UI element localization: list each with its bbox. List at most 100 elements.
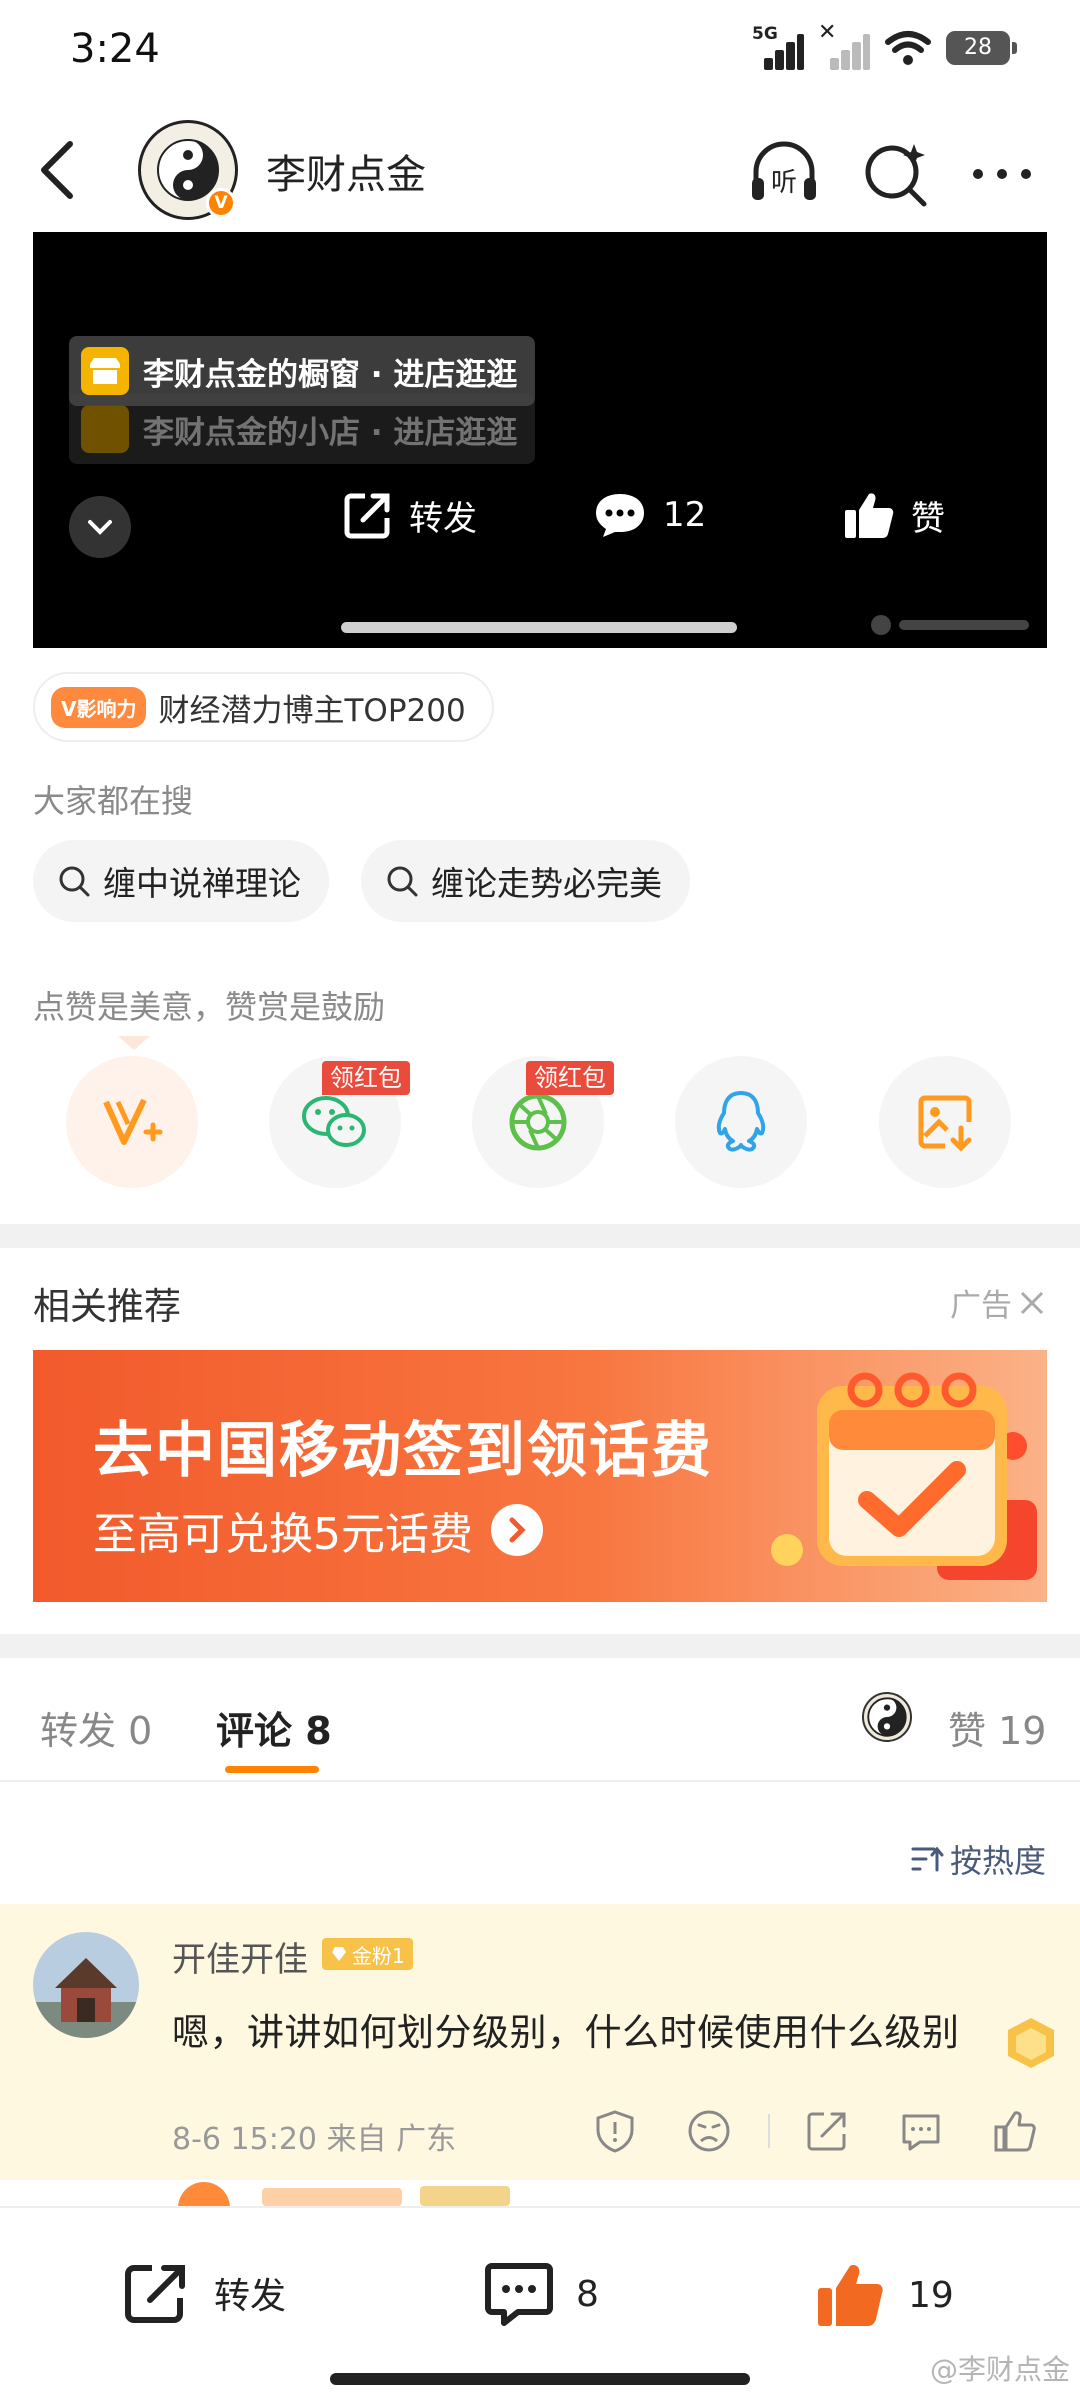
dislike-face-icon[interactable] bbox=[686, 2108, 732, 2154]
save-image-button[interactable] bbox=[879, 1056, 1011, 1188]
video-progress-handle[interactable] bbox=[341, 622, 737, 633]
sort-icon bbox=[911, 1846, 944, 1872]
close-icon bbox=[1020, 1291, 1044, 1314]
commenter-avatar[interactable] bbox=[33, 1932, 139, 2038]
top-header: V 李财点金 听 bbox=[0, 110, 1080, 230]
shop-window-link[interactable]: 李财点金的橱窗 · 进店逛逛 bbox=[69, 336, 536, 406]
influence-badge[interactable]: V影响力 财经潜力博主TOP200 bbox=[33, 672, 494, 742]
comment-bubble-icon bbox=[596, 494, 644, 537]
commenter-name[interactable]: 开佳开佳 bbox=[172, 1932, 308, 1981]
comment-reply-icon[interactable] bbox=[898, 2108, 944, 2154]
comment-source: 来自 广东 bbox=[326, 2122, 457, 2157]
repost-icon bbox=[344, 493, 390, 539]
qq-penguin-icon bbox=[716, 1091, 766, 1152]
more-dots-icon[interactable] bbox=[964, 136, 1040, 212]
hot-search-title: 大家都在搜 bbox=[33, 782, 194, 820]
comment-time: 8-6 15:20 bbox=[172, 2122, 317, 2157]
ad-banner-title: 去中国移动签到领话费 bbox=[93, 1416, 713, 1486]
account-avatar[interactable]: V bbox=[138, 120, 238, 220]
v-plus-icon bbox=[103, 1098, 163, 1145]
calendar-check-icon bbox=[771, 1372, 1037, 1580]
tab-like-count: 19 bbox=[998, 1709, 1047, 1753]
moments-aperture-icon bbox=[509, 1093, 567, 1151]
bottom-comment-button[interactable]: 8 bbox=[484, 2260, 599, 2328]
tab-repost[interactable]: 转发 0 bbox=[40, 1700, 152, 1755]
video-repost-label: 转发 bbox=[409, 498, 477, 539]
influence-text: 财经潜力博主TOP200 bbox=[158, 692, 466, 729]
sort-by-hot-button[interactable]: 按热度 bbox=[910, 1836, 1046, 1882]
shop-icon bbox=[81, 347, 129, 395]
search-chip-label: 缠论走势必完美 bbox=[431, 864, 662, 903]
ad-banner[interactable]: 去中国移动签到领话费 至高可兑换5元话费 bbox=[33, 1350, 1047, 1602]
related-recommend-title: 相关推荐 bbox=[33, 1285, 181, 1328]
action-separator bbox=[768, 2114, 770, 2148]
bottom-like-button[interactable]: 19 bbox=[814, 2260, 954, 2330]
wifi-icon bbox=[885, 31, 931, 65]
save-image-icon bbox=[918, 1095, 972, 1152]
chevron-right-icon bbox=[491, 1504, 543, 1556]
comment-text[interactable]: 嗯，讲讲如何划分级别，什么时候使用什么级别 bbox=[172, 2002, 960, 2056]
shop-window-label: 李财点金的橱窗 · 进店逛逛 bbox=[143, 356, 518, 393]
bottom-repost-button[interactable]: 转发 bbox=[122, 2260, 286, 2326]
ad-close-button[interactable]: 广告 bbox=[950, 1280, 1046, 1325]
diamond-icon bbox=[332, 1947, 346, 1961]
tab-repost-label: 转发 bbox=[40, 1709, 117, 1753]
comment-bubble-icon bbox=[485, 2263, 553, 2326]
status-bar: 3:24 5G ✕ 28 bbox=[0, 0, 1080, 100]
section-divider bbox=[0, 1224, 1080, 1248]
image-watermark: @李财点金 bbox=[929, 2353, 1070, 2386]
wechat-icon bbox=[302, 1096, 366, 1147]
bottom-like-count: 19 bbox=[908, 2274, 954, 2316]
yin-yang-icon bbox=[867, 1697, 907, 1737]
comment-meta: 8-6 15:20 来自 广东 bbox=[172, 2114, 456, 2158]
video-comment-button[interactable]: 12 bbox=[593, 490, 706, 540]
golden-badge-icon bbox=[1008, 2018, 1054, 2068]
reward-v-button[interactable] bbox=[66, 1056, 198, 1188]
search-chip-2[interactable]: 缠论走势必完美 bbox=[361, 840, 690, 922]
active-tab-indicator bbox=[225, 1766, 319, 1773]
bottom-repost-label: 转发 bbox=[214, 2276, 287, 2317]
influence-tag: V影响力 bbox=[51, 686, 147, 728]
signal-5g-icon: 5G bbox=[752, 24, 804, 70]
bottom-comment-count: 8 bbox=[576, 2273, 599, 2315]
interaction-tabs: 转发 0 评论 8 赞 19 bbox=[0, 1660, 1080, 1782]
signal-nosim-icon: ✕ bbox=[818, 20, 870, 70]
video-like-button[interactable]: 赞 bbox=[843, 490, 945, 540]
battery-icon: 28 bbox=[946, 31, 1017, 65]
status-time: 3:24 bbox=[70, 26, 160, 72]
video-comment-count: 12 bbox=[663, 495, 707, 535]
search-chip-label: 缠中说禅理论 bbox=[103, 864, 301, 903]
share-qq-button[interactable] bbox=[675, 1056, 807, 1188]
status-icons: 5G ✕ 28 bbox=[752, 20, 1017, 70]
tab-repost-count: 0 bbox=[128, 1709, 153, 1753]
liker-avatar[interactable] bbox=[862, 1692, 912, 1742]
chevron-down-icon bbox=[88, 520, 112, 535]
tab-like[interactable]: 赞 19 bbox=[948, 1700, 1046, 1755]
verified-badge-icon: V bbox=[206, 188, 236, 218]
red-packet-tag: 领红包 bbox=[526, 1061, 614, 1095]
ad-banner-subtitle-row: 至高可兑换5元话费 bbox=[93, 1498, 543, 1562]
fan-level-label: 金粉1 bbox=[352, 1943, 405, 1968]
account-name[interactable]: 李财点金 bbox=[266, 142, 426, 200]
tab-comment-count: 8 bbox=[305, 1709, 332, 1753]
ad-banner-subtitle: 至高可兑换5元话费 bbox=[93, 1509, 473, 1560]
repost-icon bbox=[125, 2265, 185, 2323]
search-chip-1[interactable]: 缠中说禅理论 bbox=[33, 840, 329, 922]
shop-ghost-label: 李财点金的小店 · 进店逛逛 bbox=[143, 414, 518, 451]
network-type: 5G bbox=[752, 24, 778, 44]
comment-like-icon[interactable] bbox=[992, 2108, 1038, 2154]
video-repost-button[interactable]: 转发 bbox=[343, 490, 477, 540]
listen-headphone-icon[interactable]: 听 bbox=[746, 136, 822, 212]
collapse-button[interactable] bbox=[69, 496, 131, 558]
report-shield-icon[interactable] bbox=[592, 2108, 638, 2154]
thumbs-up-filled-icon bbox=[818, 2264, 883, 2326]
comment-repost-icon[interactable] bbox=[804, 2108, 850, 2154]
tab-comment-label: 评论 bbox=[216, 1709, 293, 1753]
back-arrow-icon[interactable] bbox=[28, 138, 88, 202]
search-sparkle-icon[interactable] bbox=[858, 136, 934, 212]
video-player[interactable]: 李财点金的小店 · 进店逛逛 李财点金的橱窗 · 进店逛逛 转发 12 赞 bbox=[33, 232, 1047, 648]
search-icon bbox=[387, 866, 418, 897]
next-comment-peek bbox=[0, 2180, 1080, 2206]
home-indicator[interactable] bbox=[330, 2373, 750, 2385]
tab-comment[interactable]: 评论 8 bbox=[216, 1700, 332, 1755]
